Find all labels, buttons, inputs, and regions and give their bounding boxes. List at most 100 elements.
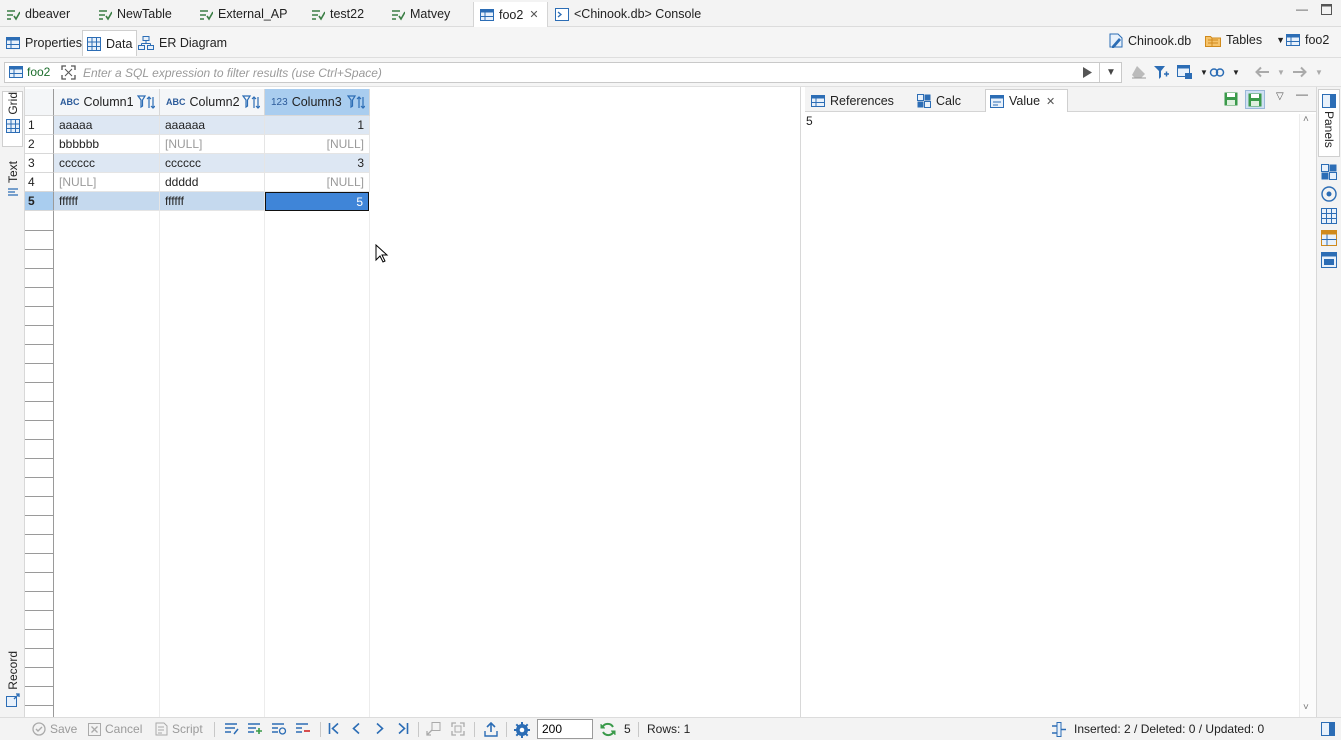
apply-filter-icon[interactable] [1081, 66, 1093, 79]
close-panel-icon[interactable]: ✕ [1046, 95, 1055, 108]
filter-table-config-icon[interactable] [1177, 64, 1193, 80]
tab-references[interactable]: References [807, 89, 898, 112]
navigation-link-icon[interactable] [1209, 64, 1225, 80]
scroll-up-icon[interactable]: ˄ [1303, 114, 1309, 125]
back-arrow-icon[interactable] [1254, 64, 1270, 80]
grid-cell-null[interactable]: [NULL] [265, 135, 370, 154]
grouping-panel-icon[interactable] [1321, 208, 1337, 224]
row-number[interactable]: 4 [25, 173, 54, 192]
filter-settings-icon[interactable] [1153, 64, 1169, 80]
editor-tab-foo2[interactable]: foo2 ✕ [473, 2, 548, 27]
close-tab-icon[interactable]: ✕ [529, 8, 538, 21]
settings-gear-icon[interactable] [514, 722, 530, 738]
fetch-size-input[interactable] [537, 719, 593, 739]
maximize-icon[interactable] [1321, 4, 1332, 18]
add-row-icon[interactable] [247, 722, 263, 735]
auto-apply-value-icon[interactable] [1245, 90, 1265, 109]
grid-cell[interactable]: ddddd [160, 173, 265, 192]
tab-data[interactable]: Data [82, 30, 138, 56]
chevron-down-icon[interactable]: ▼ [1228, 64, 1244, 80]
tab-value[interactable]: Value ✕ [985, 89, 1068, 112]
chevron-down-icon[interactable]: ▼ [1276, 35, 1285, 45]
view-menu-chevron-icon[interactable]: ▽ [1276, 91, 1284, 102]
tab-properties[interactable]: Properties [2, 30, 86, 56]
results-grid[interactable]: ABC Column1 ABC Column2 123 Column3 1 aa… [25, 87, 801, 717]
value-content[interactable]: 5 [806, 114, 813, 128]
row-number-current[interactable]: 5 [25, 192, 54, 211]
editor-tab-external-ap[interactable]: External_AP [193, 2, 287, 26]
refresh-icon[interactable] [600, 722, 616, 737]
calc-panel-icon[interactable] [1321, 164, 1337, 180]
context-folder[interactable]: Tables ▼ [1205, 33, 1285, 47]
script-button[interactable]: Script [155, 722, 203, 736]
tab-record[interactable]: Record [3, 651, 22, 709]
edit-row-icon[interactable] [224, 722, 240, 735]
tab-calc[interactable]: Calc [913, 89, 965, 112]
expand-filter-icon[interactable] [61, 65, 76, 80]
grid-cell[interactable]: bbbbbb [54, 135, 160, 154]
maximize-grid-icon[interactable] [451, 722, 465, 736]
row-number[interactable]: 1 [25, 116, 54, 135]
refresh-count[interactable]: 5 [624, 722, 631, 736]
chevron-down-icon[interactable]: ▼ [1311, 64, 1327, 80]
value-scrollbar[interactable]: ˄ ˅ [1299, 114, 1316, 717]
grid-cell[interactable]: cccccc [160, 154, 265, 173]
save-value-icon[interactable] [1224, 92, 1238, 106]
tab-text[interactable]: Text [3, 161, 22, 205]
editor-tab-newtable[interactable]: NewTable [92, 2, 172, 26]
scroll-down-icon[interactable]: ˅ [1303, 702, 1309, 713]
toggle-layout-icon[interactable] [426, 722, 442, 736]
editor-tab-chinook-console[interactable]: <Chinook.db> Console [549, 2, 701, 26]
metadata-panel-icon[interactable] [1321, 186, 1337, 202]
export-icon[interactable] [484, 722, 498, 737]
grid-cell[interactable]: aaaaa [54, 116, 160, 135]
grid-cell[interactable]: aaaaaa [160, 116, 265, 135]
previous-page-icon[interactable] [351, 722, 361, 735]
grid-cell-focused[interactable]: 5 [265, 192, 369, 211]
chevron-down-icon[interactable]: ▼ [1273, 64, 1289, 80]
minimize-icon[interactable]: — [1296, 2, 1308, 16]
grid-cell-null[interactable]: [NULL] [265, 173, 370, 192]
editor-tab-matvey[interactable]: Matvey [385, 2, 450, 26]
filter-sort-icon[interactable] [347, 95, 365, 110]
forward-arrow-icon[interactable] [1292, 64, 1308, 80]
cancel-button[interactable]: Cancel [88, 722, 142, 736]
next-page-icon[interactable] [375, 722, 385, 735]
erase-filter-icon[interactable] [1131, 64, 1147, 80]
editor-tab-test22[interactable]: test22 [305, 2, 364, 26]
transaction-log-icon[interactable] [1051, 722, 1067, 737]
grid-cell[interactable]: ffffff [160, 192, 265, 211]
column-header-column2[interactable]: ABC Column2 [160, 89, 265, 116]
filter-input[interactable] [83, 64, 1073, 81]
column-header-column3[interactable]: 123 Column3 [265, 89, 370, 116]
grid-corner[interactable] [25, 89, 54, 116]
save-button[interactable]: Save [32, 722, 77, 736]
filter-sort-icon[interactable] [242, 95, 260, 110]
grid-cell[interactable]: ffffff [54, 192, 160, 211]
column-header-column1[interactable]: ABC Column1 [54, 89, 160, 116]
editor-tab-dbeaver[interactable]: dbeaver [0, 2, 70, 26]
last-page-icon[interactable] [397, 722, 409, 735]
panels-toggle-icon[interactable] [1321, 722, 1335, 736]
tab-panels[interactable]: Panels [1318, 89, 1340, 157]
filter-table-selector[interactable]: foo2 [9, 65, 50, 79]
first-page-icon[interactable] [328, 722, 340, 735]
filter-history-chevron-icon[interactable]: ▼ [1106, 67, 1116, 78]
grid-cell[interactable]: 1 [265, 116, 370, 135]
grid-cell-null[interactable]: [NULL] [160, 135, 265, 154]
tab-grid[interactable]: Grid [2, 91, 23, 147]
row-number[interactable]: 3 [25, 154, 54, 173]
table-panel-icon[interactable] [1321, 230, 1337, 246]
copy-row-icon[interactable] [271, 722, 287, 735]
grid-cell[interactable]: cccccc [54, 154, 160, 173]
grid-cell[interactable]: 3 [265, 154, 370, 173]
context-database[interactable]: Chinook.db [1109, 33, 1191, 48]
grid-cell-null[interactable]: [NULL] [54, 173, 160, 192]
tab-er-diagram[interactable]: ER Diagram [134, 30, 231, 56]
delete-row-icon[interactable] [295, 722, 311, 735]
minimize-panel-icon[interactable]: — [1296, 87, 1308, 101]
context-table[interactable]: foo2 [1286, 33, 1329, 47]
filter-sort-icon[interactable] [137, 95, 155, 110]
record-panel-icon[interactable] [1321, 252, 1337, 268]
row-number[interactable]: 2 [25, 135, 54, 154]
